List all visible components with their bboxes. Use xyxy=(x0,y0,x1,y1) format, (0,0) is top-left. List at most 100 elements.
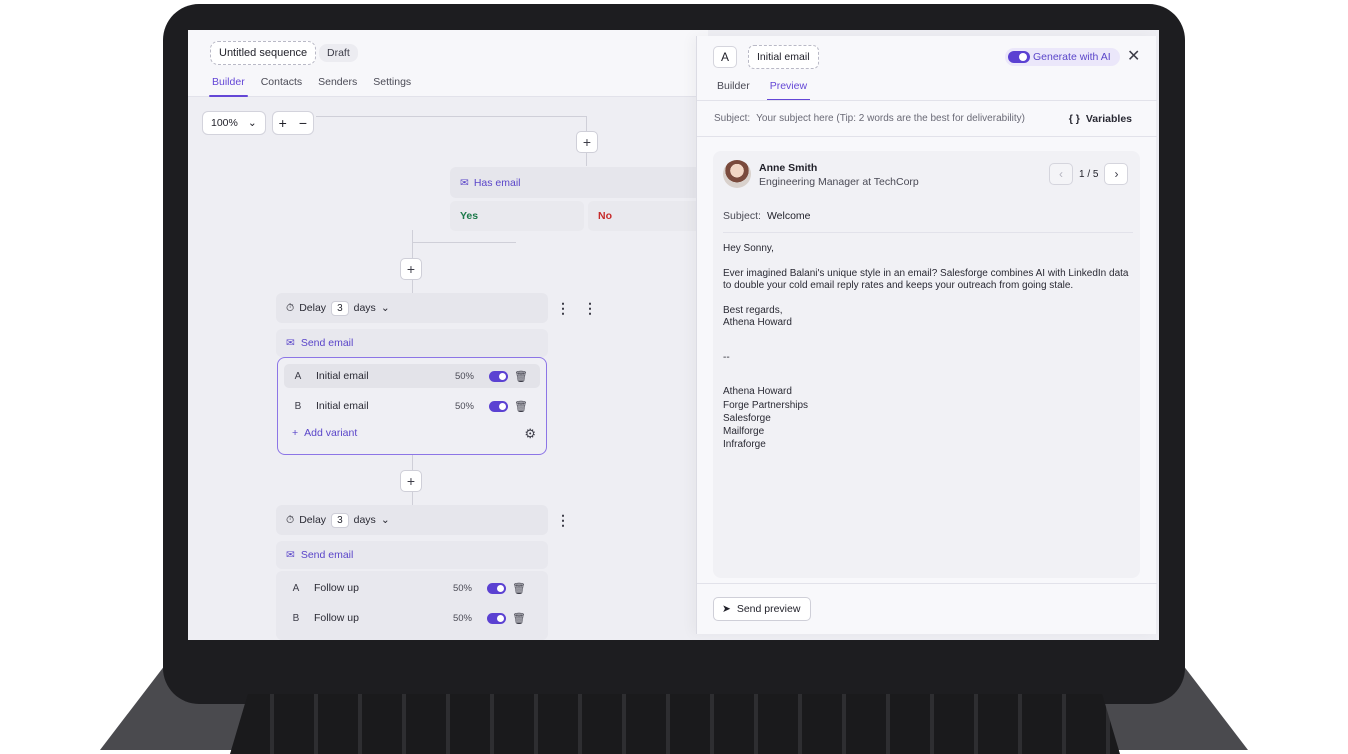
signature-line: Forge Partnerships xyxy=(723,399,809,411)
tab-settings[interactable]: Settings xyxy=(373,76,411,97)
send-email-step[interactable]: ✉ Send email xyxy=(276,541,548,569)
trash-icon[interactable]: 🗑 xyxy=(512,612,526,625)
tab-builder[interactable]: Builder xyxy=(209,76,248,97)
close-icon[interactable]: ✕ xyxy=(1127,46,1140,66)
send-preview-button[interactable]: ➤ Send preview xyxy=(713,597,812,621)
chevron-down-icon[interactable]: ⌄ xyxy=(381,302,390,314)
zoom-in-button[interactable]: + xyxy=(279,115,287,131)
subject-field[interactable]: Subject: Your subject here (Tip: 2 words… xyxy=(697,100,1157,137)
subject-label: Subject: xyxy=(714,113,751,124)
plus-icon: + xyxy=(292,427,299,439)
signature-line: Infraforge xyxy=(723,439,766,450)
gear-icon[interactable]: ⚙ xyxy=(524,426,536,442)
zoom-out-button[interactable]: − xyxy=(299,115,307,131)
variant-row[interactable]: B Follow up 50% 🗑 xyxy=(282,606,538,630)
delay-unit: days xyxy=(353,514,376,526)
delay-days-input[interactable]: 3 xyxy=(331,300,349,316)
variant-row[interactable]: A Initial email 50% 🗑 xyxy=(284,364,540,388)
email-greeting: Hey Sonny, xyxy=(723,243,774,254)
laptop-keyboard xyxy=(230,694,1120,754)
zoom-select[interactable]: 100% ⌄ xyxy=(202,111,266,135)
preview-subject: Subject: Welcome xyxy=(723,210,1133,233)
add-variant-button[interactable]: + Add variant xyxy=(292,427,357,439)
tab-builder[interactable]: Builder xyxy=(717,80,750,101)
delay-prefix: Delay xyxy=(299,514,327,526)
email-signoff-name: Athena Howard xyxy=(723,317,792,328)
variant-letter: B xyxy=(294,400,302,412)
zoom-controls: 100% ⌄ + − xyxy=(202,111,315,135)
send-email-step[interactable]: ✉ Send email xyxy=(276,329,548,357)
variant-letter-badge: A xyxy=(713,46,737,68)
tab-preview[interactable]: Preview xyxy=(766,80,811,101)
delay-step[interactable]: ⏱ Delay 3 days ⌄ xyxy=(276,293,548,323)
variant-list: A Initial email 50% 🗑 B Initial email 50… xyxy=(277,357,547,455)
variant-list: A Follow up 50% 🗑 B Follow up 50% 🗑 xyxy=(276,571,548,640)
variant-letter: B xyxy=(292,612,300,624)
pager-label: 1 / 5 xyxy=(1079,168,1099,180)
more-options-icon[interactable]: ⋮ xyxy=(556,512,570,529)
sequence-name[interactable]: Untitled sequence xyxy=(210,41,317,65)
branch-no[interactable]: No xyxy=(588,201,708,231)
sequence-tabs: Builder Contacts Senders Settings xyxy=(209,76,411,97)
trash-icon[interactable]: 🗑 xyxy=(514,370,528,383)
variables-button[interactable]: { } Variables xyxy=(1069,113,1132,125)
variables-label: Variables xyxy=(1085,112,1132,125)
subject-placeholder: Your subject here (Tip: 2 words are the … xyxy=(756,113,1025,124)
variant-toggle[interactable] xyxy=(487,612,506,624)
envelope-icon: ✉ xyxy=(460,176,469,189)
add-step-button[interactable]: + xyxy=(400,258,422,280)
send-preview-label: Send preview xyxy=(736,603,801,615)
chevron-left-icon[interactable]: ‹ xyxy=(1049,163,1073,185)
sequence-header: Untitled sequence Draft Builder Contacts… xyxy=(188,30,708,97)
trash-icon[interactable]: 🗑 xyxy=(514,400,528,413)
tab-senders[interactable]: Senders xyxy=(318,76,357,97)
panel-tabs: Builder Preview xyxy=(717,80,811,101)
add-variant-label: Add variant xyxy=(304,427,358,439)
zoom-level: 100% xyxy=(211,117,238,129)
trash-icon[interactable]: 🗑 xyxy=(512,582,526,595)
variant-toggle[interactable] xyxy=(487,582,506,594)
branch-yes-label: Yes xyxy=(460,210,479,222)
chevron-right-icon[interactable]: › xyxy=(1104,163,1129,185)
variant-name: Initial email xyxy=(316,370,369,382)
email-signoff: Best regards, xyxy=(723,304,783,316)
variant-row[interactable]: A Follow up 50% 🗑 xyxy=(282,576,538,600)
add-step-button[interactable]: + xyxy=(576,131,598,153)
send-email-label: Send email xyxy=(300,549,354,561)
tab-contacts[interactable]: Contacts xyxy=(261,76,302,97)
contact-name: Anne Smith xyxy=(759,162,818,174)
email-preview-card: Anne Smith Engineering Manager at TechCo… xyxy=(713,151,1140,578)
signature-line: Salesforge xyxy=(723,413,771,424)
delay-prefix: Delay xyxy=(299,302,327,314)
email-editor-panel: A Initial email Generate with AI ✕ Build… xyxy=(696,36,1157,634)
connector xyxy=(316,116,586,117)
add-step-button[interactable]: + xyxy=(400,470,422,492)
more-options-icon[interactable]: ⋮ xyxy=(583,300,597,317)
delay-days-input[interactable]: 3 xyxy=(331,512,349,528)
delay-step[interactable]: ⏱ Delay 3 days ⌄ xyxy=(276,505,548,535)
envelope-icon: ✉ xyxy=(286,549,295,561)
variant-letter: A xyxy=(292,582,300,594)
branch-yes[interactable]: Yes xyxy=(450,201,584,231)
email-body: Hey Sonny, Ever imagined Balani's unique… xyxy=(723,243,1133,452)
variant-row[interactable]: B Initial email 50% 🗑 xyxy=(284,394,540,418)
variant-weight: 50% xyxy=(452,612,472,624)
preview-subject-value: Welcome xyxy=(766,210,811,222)
more-options-icon[interactable]: ⋮ xyxy=(556,300,570,317)
variant-weight: 50% xyxy=(454,370,474,382)
condition-has-email[interactable]: ✉ Has email xyxy=(450,167,708,198)
variant-name: Follow up xyxy=(314,612,359,624)
signature-line: Mailforge xyxy=(723,425,765,437)
branch-no-label: No xyxy=(598,210,612,222)
contact-pager: ‹ 1 / 5 › xyxy=(1049,163,1129,185)
email-name[interactable]: Initial email xyxy=(748,45,819,69)
variant-name: Follow up xyxy=(314,582,359,594)
generate-label: Generate with AI xyxy=(1033,51,1111,63)
generate-with-ai-toggle[interactable]: Generate with AI xyxy=(1005,48,1120,66)
variant-weight: 50% xyxy=(452,582,472,594)
variant-toggle[interactable] xyxy=(489,400,508,412)
chevron-down-icon[interactable]: ⌄ xyxy=(381,514,390,526)
status-badge: Draft xyxy=(319,44,358,62)
variant-toggle[interactable] xyxy=(489,370,508,382)
chevron-down-icon: ⌄ xyxy=(247,117,257,129)
